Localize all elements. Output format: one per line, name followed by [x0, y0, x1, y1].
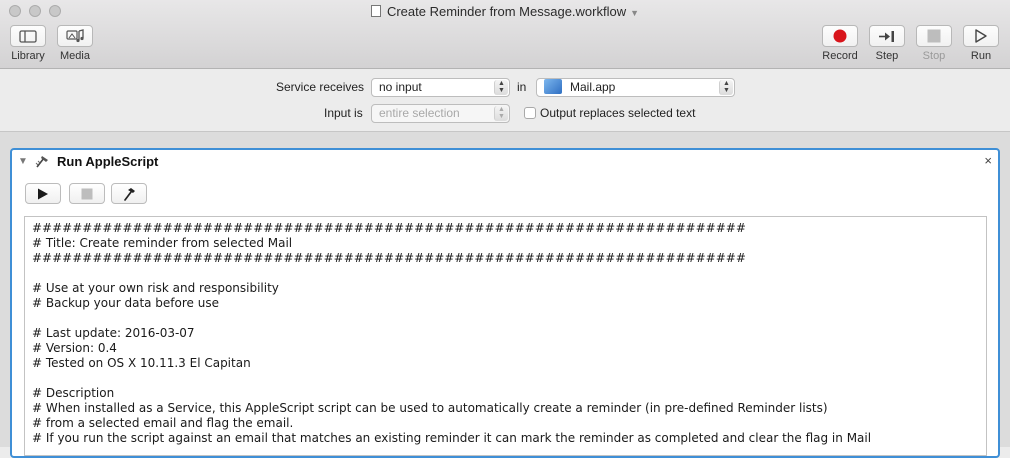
- stop-icon: [81, 188, 93, 199]
- mail-app-icon: [544, 79, 562, 94]
- play-icon: [38, 188, 48, 199]
- script-line: # Backup your data before use: [32, 296, 219, 310]
- input-is-value: entire selection: [379, 106, 460, 120]
- script-line: # Use at your own risk and responsibilit…: [32, 281, 279, 295]
- service-options-bar: Service receives no input ▲ ▼ in Mail.app…: [0, 69, 1010, 132]
- script-text[interactable]: ########################################…: [25, 217, 986, 446]
- record-button[interactable]: [822, 25, 858, 47]
- run-button[interactable]: [963, 25, 999, 47]
- script-line: # Title: Create reminder from selected M…: [32, 236, 293, 250]
- script-line: # Description: [32, 386, 115, 400]
- run-applescript-action[interactable]: ▼ Run AppleScript × ####################…: [10, 148, 1000, 458]
- run-script-button[interactable]: [25, 183, 61, 204]
- document-icon: [370, 5, 381, 17]
- script-icon: [35, 156, 48, 168]
- run-icon: [975, 29, 987, 43]
- workflow-area: ▼ Run AppleScript × ####################…: [0, 132, 1010, 458]
- service-receives-select[interactable]: no input ▲ ▼: [371, 78, 510, 97]
- step-button[interactable]: [869, 25, 905, 47]
- close-action-button[interactable]: ×: [984, 153, 992, 168]
- script-line: # Tested on OS X 10.11.3 El Capitan: [32, 356, 251, 370]
- script-line: [32, 266, 986, 281]
- script-line: # Last update: 2016-03-07: [32, 326, 195, 340]
- chevron-down-icon: ▼: [630, 8, 640, 18]
- script-line: [32, 371, 986, 386]
- script-line: ########################################…: [32, 251, 746, 265]
- stop-script-button: [69, 183, 105, 204]
- output-replaces-label: Output replaces selected text: [540, 106, 696, 120]
- input-is-label: Input is: [324, 106, 363, 120]
- script-line: # Version: 0.4: [32, 341, 117, 355]
- popup-arrows-icon: ▲ ▼: [494, 80, 508, 95]
- script-line: # from a selected email and flag the ema…: [32, 416, 294, 430]
- output-replaces-checkbox[interactable]: [524, 107, 536, 119]
- script-editor[interactable]: ########################################…: [24, 216, 987, 456]
- media-button[interactable]: [57, 25, 93, 47]
- window-toolbar: Create Reminder from Message.workflow ▼ L…: [0, 0, 1010, 69]
- popup-arrows-icon: ▲ ▼: [719, 80, 733, 95]
- step-icon: [879, 30, 894, 42]
- service-receives-label: Service receives: [276, 80, 365, 94]
- media-icon: [66, 29, 84, 43]
- disclosure-triangle-icon[interactable]: ▼: [18, 156, 28, 167]
- window-title-area[interactable]: Create Reminder from Message.workflow ▼: [0, 4, 1010, 19]
- input-is-select: entire selection ▲ ▼: [371, 104, 510, 123]
- action-title: Run AppleScript: [57, 154, 159, 169]
- stop-icon: [927, 29, 941, 43]
- library-button[interactable]: [10, 25, 46, 47]
- run-label: Run: [970, 50, 992, 62]
- script-line: [32, 311, 986, 326]
- script-line: ########################################…: [32, 221, 746, 235]
- action-header: ▼ Run AppleScript ×: [12, 150, 998, 174]
- in-label: in: [517, 80, 527, 94]
- compile-script-button[interactable]: [111, 183, 147, 204]
- media-label: Media: [60, 50, 90, 62]
- library-icon: [19, 29, 37, 43]
- application-select[interactable]: Mail.app ▲ ▼: [536, 78, 735, 97]
- popup-arrows-icon: ▲ ▼: [494, 106, 508, 121]
- script-line: # When installed as a Service, this Appl…: [32, 401, 828, 415]
- window-title: Create Reminder from Message.workflow: [386, 4, 627, 19]
- service-receives-value: no input: [379, 80, 422, 94]
- record-icon: [833, 29, 847, 43]
- script-line: # If you run the script against an email…: [32, 431, 872, 445]
- application-value: Mail.app: [570, 80, 616, 94]
- hammer-icon: [124, 187, 135, 201]
- stop-button: [916, 25, 952, 47]
